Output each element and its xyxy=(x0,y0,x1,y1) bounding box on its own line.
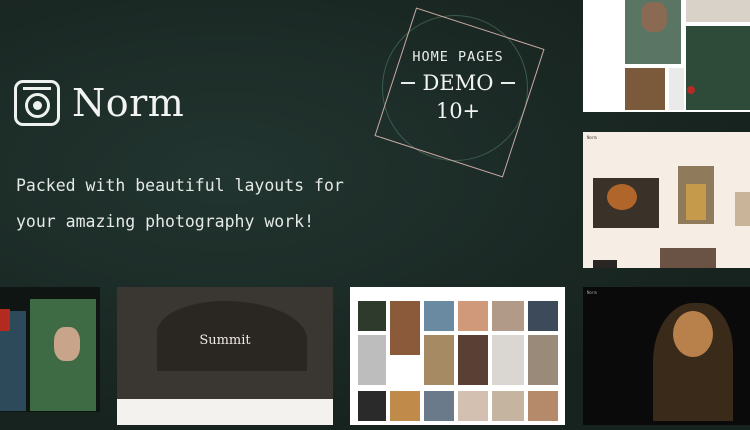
preview-photo xyxy=(528,391,558,421)
preview-gallery-top[interactable] xyxy=(583,0,750,112)
preview-photo xyxy=(458,301,488,331)
preview-photo xyxy=(424,301,454,331)
preview-grid[interactable] xyxy=(350,287,565,425)
badge-demo-label: DEMO xyxy=(422,71,494,95)
preview-photo xyxy=(358,301,386,331)
preview-summit-title: Summit xyxy=(199,333,251,348)
preview-photo xyxy=(528,335,558,385)
preview-photo xyxy=(735,192,750,226)
preview-photo xyxy=(358,391,386,421)
camera-icon xyxy=(14,80,60,126)
badge-demo: DEMO xyxy=(374,71,542,95)
preview-photo xyxy=(669,68,684,110)
preview-photo xyxy=(625,68,665,110)
badge-count: 10+ xyxy=(435,99,481,123)
preview-photo xyxy=(54,327,80,361)
preview-gallery-beige[interactable]: Norm xyxy=(583,132,750,268)
preview-dark-silhouette[interactable]: Norm xyxy=(583,287,750,425)
preview-dark-portrait[interactable] xyxy=(0,287,100,412)
preview-photo xyxy=(607,184,637,210)
preview-photo xyxy=(390,391,420,421)
demo-badge: HOME PAGES DEMO 10+ xyxy=(374,5,554,180)
preview-nav-label: Norm xyxy=(587,135,597,140)
preview-photo xyxy=(660,248,716,268)
preview-photo xyxy=(686,0,750,22)
preview-photo xyxy=(593,260,617,268)
preview-photo xyxy=(528,301,558,331)
preview-photo xyxy=(686,26,750,110)
preview-photo xyxy=(358,335,386,385)
preview-photo xyxy=(424,335,454,385)
preview-photo xyxy=(492,301,524,331)
preview-photo xyxy=(492,391,524,421)
preview-photo xyxy=(492,335,524,385)
preview-photo xyxy=(687,86,695,94)
preview-photo xyxy=(424,391,454,421)
preview-photo xyxy=(458,335,488,385)
preview-nav-label: Norm xyxy=(587,290,597,295)
brand-name: Norm xyxy=(72,81,185,125)
tagline: Packed with beautiful layouts for your a… xyxy=(16,168,376,240)
preview-photo xyxy=(686,184,706,220)
tagline-line-2: your amazing photography work! xyxy=(16,212,315,231)
preview-photo xyxy=(458,391,488,421)
tagline-line-1: Packed with beautiful layouts for xyxy=(16,176,344,195)
preview-summit[interactable]: Summit xyxy=(117,287,333,425)
preview-photo xyxy=(641,2,667,32)
preview-photo xyxy=(390,301,420,355)
preview-photo xyxy=(0,309,10,331)
badge-home-pages: HOME PAGES xyxy=(412,49,504,65)
preview-photo xyxy=(673,311,713,357)
brand-logo: Norm xyxy=(14,80,184,126)
